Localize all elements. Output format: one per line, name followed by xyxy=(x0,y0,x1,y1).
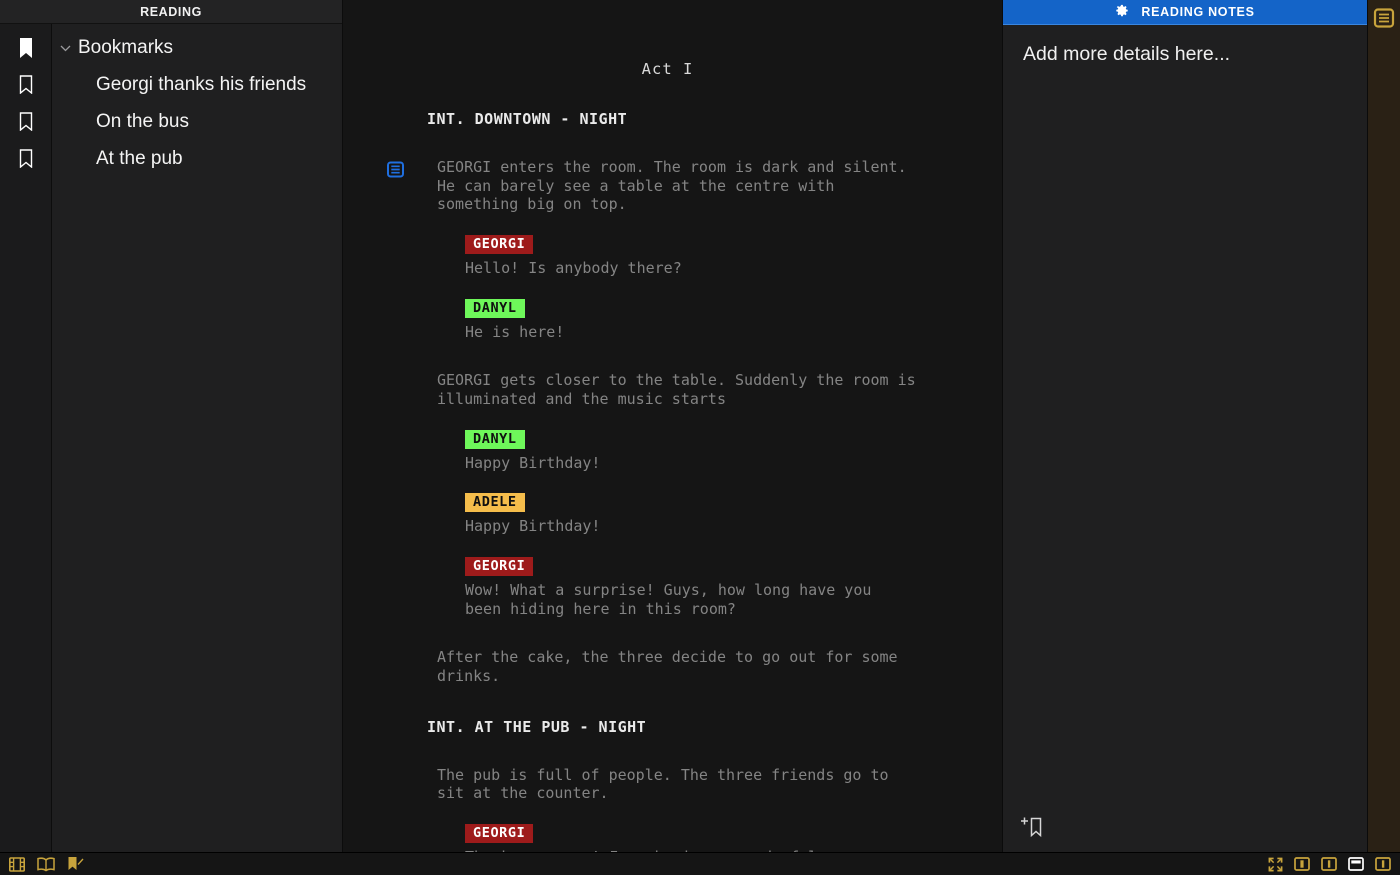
status-bar-right-group xyxy=(1268,857,1391,872)
panel-top-icon xyxy=(1348,857,1364,871)
dialogue-text[interactable]: Happy Birthday! xyxy=(465,517,885,536)
act-title: Act I xyxy=(641,60,694,78)
reading-sidebar: READING Bookmarks Georgi thanks his frie… xyxy=(0,0,343,852)
action-text[interactable]: GEORGI enters the room. The room is dark… xyxy=(437,158,937,214)
bookmark-outline-icon-cell-1[interactable] xyxy=(0,66,51,103)
annotate-button[interactable] xyxy=(67,856,84,872)
open-book-icon xyxy=(37,857,55,872)
bookmark-item-label: On the bus xyxy=(96,110,189,132)
bookmark-pencil-icon xyxy=(68,857,84,870)
dialogue-text[interactable]: Hello! Is anybody there? xyxy=(465,259,885,278)
layout-top-panel-button[interactable] xyxy=(1348,857,1364,871)
bookmark-outline-icon-cell-3[interactable] xyxy=(0,140,51,177)
bookmark-item-2[interactable]: At the pub xyxy=(52,140,342,177)
expand-arrows-icon xyxy=(1268,857,1283,871)
script-blocks: INT. DOWNTOWN - NIGHT GEORGI enters the r… xyxy=(343,110,1002,852)
notes-placeholder-text[interactable]: Add more details here... xyxy=(1023,43,1347,66)
notes-toggle-button[interactable] xyxy=(1373,7,1395,34)
sidebar-body: Bookmarks Georgi thanks his friends On t… xyxy=(0,24,342,852)
notes-header[interactable]: READING NOTES xyxy=(1003,0,1367,25)
sidebar-header-title: READING xyxy=(0,0,342,24)
status-bar-left-group xyxy=(9,856,84,872)
bookmark-item-1[interactable]: On the bus xyxy=(52,103,342,140)
add-bookmark-icon xyxy=(1021,817,1042,838)
bookmark-outline-icon-cell-2[interactable] xyxy=(0,103,51,140)
action-text[interactable]: GEORGI gets closer to the table. Suddenl… xyxy=(437,371,937,408)
layout-right-panel-button[interactable] xyxy=(1375,857,1391,871)
action-block[interactable]: GEORGI enters the room. The room is dark… xyxy=(343,158,1002,214)
dialogue-text[interactable]: Thank you guys! I am having a wonderful … xyxy=(465,848,885,852)
panel-left-icon xyxy=(1294,857,1310,871)
dialogue-block[interactable]: DANYL Happy Birthday! xyxy=(465,429,1002,473)
bookmark-item-label: At the pub xyxy=(96,147,183,169)
right-rail xyxy=(1368,0,1400,852)
character-cue-badge[interactable]: DANYL xyxy=(465,298,525,318)
character-cue-badge[interactable]: DANYL xyxy=(465,429,525,449)
tree-root-bookmarks[interactable]: Bookmarks xyxy=(52,29,342,66)
dialogue-block[interactable]: GEORGI Wow! What a surprise! Guys, how lo… xyxy=(465,557,1002,618)
bookmark-outline-icon xyxy=(19,75,32,94)
action-text[interactable]: The pub is full of people. The three fri… xyxy=(437,766,937,803)
chevron-down-icon[interactable] xyxy=(56,44,74,52)
tree-root-label: Bookmarks xyxy=(78,36,174,58)
bookmark-item-0[interactable]: Georgi thanks his friends xyxy=(52,66,342,103)
gear-icon[interactable] xyxy=(1115,4,1129,21)
action-block[interactable]: GEORGI gets closer to the table. Suddenl… xyxy=(343,371,1002,408)
bookmark-outline-icon xyxy=(19,149,32,168)
filmstrip-icon xyxy=(9,856,25,872)
notes-header-title: READING NOTES xyxy=(1141,5,1255,19)
layout-left-panel-button[interactable] xyxy=(1294,857,1310,871)
bookmark-filled-icon xyxy=(19,37,32,58)
fullscreen-button[interactable] xyxy=(1268,857,1283,872)
scene-heading[interactable]: INT. DOWNTOWN - NIGHT xyxy=(427,110,1002,128)
note-indicator-icon[interactable] xyxy=(387,161,404,183)
bookmark-outline-icon xyxy=(19,112,32,131)
script-scroll-area[interactable]: Act I INT. DOWNTOWN - NIGHT GEORGI enters… xyxy=(343,0,1002,852)
dialogue-text[interactable]: Happy Birthday! xyxy=(465,454,885,473)
add-bookmark-button[interactable] xyxy=(1019,817,1043,844)
dialogue-block[interactable]: ADELE Happy Birthday! xyxy=(465,493,1002,536)
character-cue-badge[interactable]: GEORGI xyxy=(465,234,534,254)
bookmark-tree: Bookmarks Georgi thanks his friends On t… xyxy=(52,24,342,852)
reading-notes-panel: READING NOTES Add more details here... xyxy=(1003,0,1368,852)
dialogue-text[interactable]: Wow! What a surprise! Guys, how long hav… xyxy=(465,581,885,618)
character-cue-badge[interactable]: ADELE xyxy=(465,493,525,513)
bookmark-icon-gutter xyxy=(0,24,52,852)
script-editor-panel[interactable]: Act I INT. DOWNTOWN - NIGHT GEORGI enters… xyxy=(343,0,1003,852)
scene-heading[interactable]: INT. AT THE PUB - NIGHT xyxy=(427,718,1002,736)
app-window: READING Bookmarks Georgi thanks his frie… xyxy=(0,0,1400,875)
action-block[interactable]: After the cake, the three decide to go o… xyxy=(343,648,1002,685)
book-view-button[interactable] xyxy=(37,857,55,872)
dialogue-text[interactable]: He is here! xyxy=(465,323,885,342)
bookmark-item-label: Georgi thanks his friends xyxy=(96,73,307,95)
character-cue-badge[interactable]: GEORGI xyxy=(465,557,534,577)
workspace: READING Bookmarks Georgi thanks his frie… xyxy=(0,0,1400,852)
dialogue-block[interactable]: GEORGI Hello! Is anybody there? xyxy=(465,234,1002,278)
notes-body[interactable]: Add more details here... xyxy=(1003,25,1367,852)
action-block[interactable]: The pub is full of people. The three fri… xyxy=(343,766,1002,803)
notes-toggle-icon xyxy=(1373,8,1395,28)
panel-right-icon xyxy=(1375,857,1391,871)
action-text[interactable]: After the cake, the three decide to go o… xyxy=(437,648,937,685)
cards-view-button[interactable] xyxy=(9,856,25,872)
layout-left-wide-button[interactable] xyxy=(1321,857,1337,871)
bookmark-filled-icon-cell[interactable] xyxy=(0,29,51,66)
status-bar xyxy=(0,852,1400,875)
panel-left-wide-icon xyxy=(1321,857,1337,871)
dialogue-block[interactable]: GEORGI Thank you guys! I am having a wond… xyxy=(465,823,1002,852)
dialogue-block[interactable]: DANYL He is here! xyxy=(465,298,1002,342)
character-cue-badge[interactable]: GEORGI xyxy=(465,823,534,843)
